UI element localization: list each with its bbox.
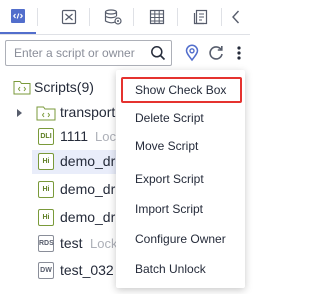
folder-icon	[36, 106, 56, 121]
tree-root-label: Scripts(9)	[34, 79, 94, 95]
menu-item-batch-unlock[interactable]: Batch Unlock	[116, 256, 245, 282]
toolbar-divider	[177, 8, 178, 26]
tree-item-label: demo_dr	[60, 181, 116, 197]
tree-item-label: test_032	[60, 262, 114, 278]
toolbar-divider	[37, 8, 38, 26]
tab-documents[interactable]	[183, 0, 219, 34]
chevron-left-icon	[232, 10, 240, 24]
more-options-icon[interactable]	[232, 44, 246, 62]
tree-item-label: test	[60, 235, 83, 251]
menu-item-move-script[interactable]: Move Script	[116, 133, 245, 159]
tab-scripts[interactable]	[0, 0, 36, 34]
hive-script-icon: Hi	[38, 153, 54, 170]
menu-item-delete-script[interactable]: Delete Script	[116, 105, 245, 131]
tree-item-label: transport	[60, 104, 116, 120]
script-folder-icon	[13, 81, 31, 95]
dws-script-icon: DW	[38, 262, 54, 279]
tab-functions[interactable]	[51, 0, 87, 34]
expand-caret-icon[interactable]	[17, 109, 22, 117]
dli-script-icon: DLI	[38, 128, 54, 145]
toolbar-divider	[89, 8, 90, 26]
search-box	[5, 40, 172, 66]
function-icon	[61, 9, 77, 25]
tree-item-label: 1111	[60, 128, 89, 144]
tab-tables[interactable]	[139, 0, 175, 34]
lock-status: Lock	[90, 236, 118, 251]
toolbar-divider	[133, 8, 134, 26]
hive-script-icon: Hi	[38, 209, 54, 226]
menu-item-export-script[interactable]: Export Script	[116, 166, 245, 192]
menu-item-show-check-box[interactable]: Show Check Box	[121, 77, 242, 103]
refresh-icon[interactable]	[207, 44, 225, 62]
hive-script-icon: Hi	[38, 181, 54, 198]
rds-script-icon: RDS	[38, 235, 54, 252]
search-input[interactable]	[6, 41, 146, 65]
location-icon[interactable]	[183, 44, 201, 62]
collapse-panel-button[interactable]	[222, 0, 250, 34]
context-menu: Show Check Box Delete Script Move Script…	[116, 70, 245, 288]
search-icon[interactable]	[150, 45, 166, 61]
toolbar	[0, 0, 250, 35]
tree-item-label: demo_dr	[60, 153, 116, 169]
menu-item-import-script[interactable]: Import Script	[116, 196, 245, 222]
database-settings-icon	[104, 9, 122, 25]
menu-item-configure-owner[interactable]: Configure Owner	[116, 226, 245, 252]
table-icon	[149, 9, 165, 25]
tab-resources[interactable]	[95, 0, 131, 34]
tree-item-label: demo_dr	[60, 209, 116, 225]
document-list-icon	[193, 9, 208, 25]
code-icon	[11, 9, 25, 23]
